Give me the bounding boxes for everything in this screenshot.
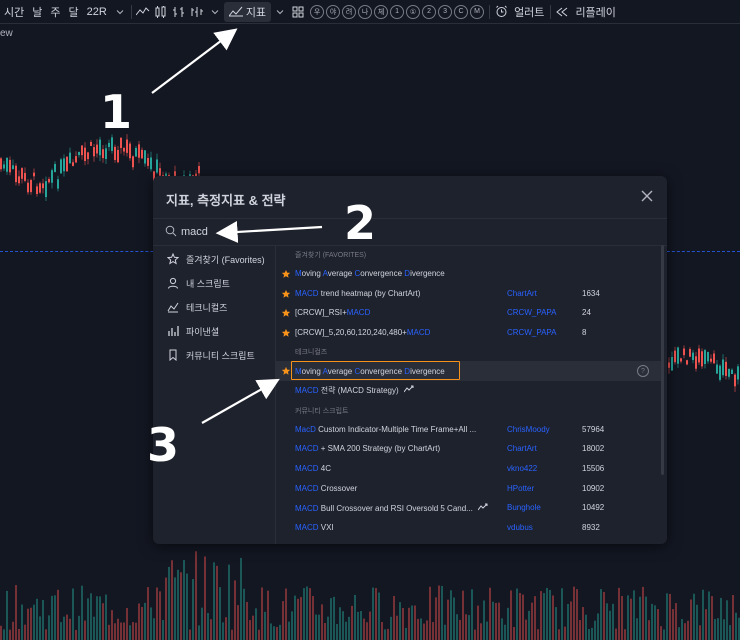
annotation-arrow [151, 28, 238, 94]
annotation-number-3: 3 [147, 418, 180, 472]
annotation-number-2: 2 [344, 196, 377, 250]
annotation-arrow [201, 378, 280, 424]
annotation-number-1: 1 [100, 85, 133, 139]
annotation-arrow [215, 220, 323, 243]
